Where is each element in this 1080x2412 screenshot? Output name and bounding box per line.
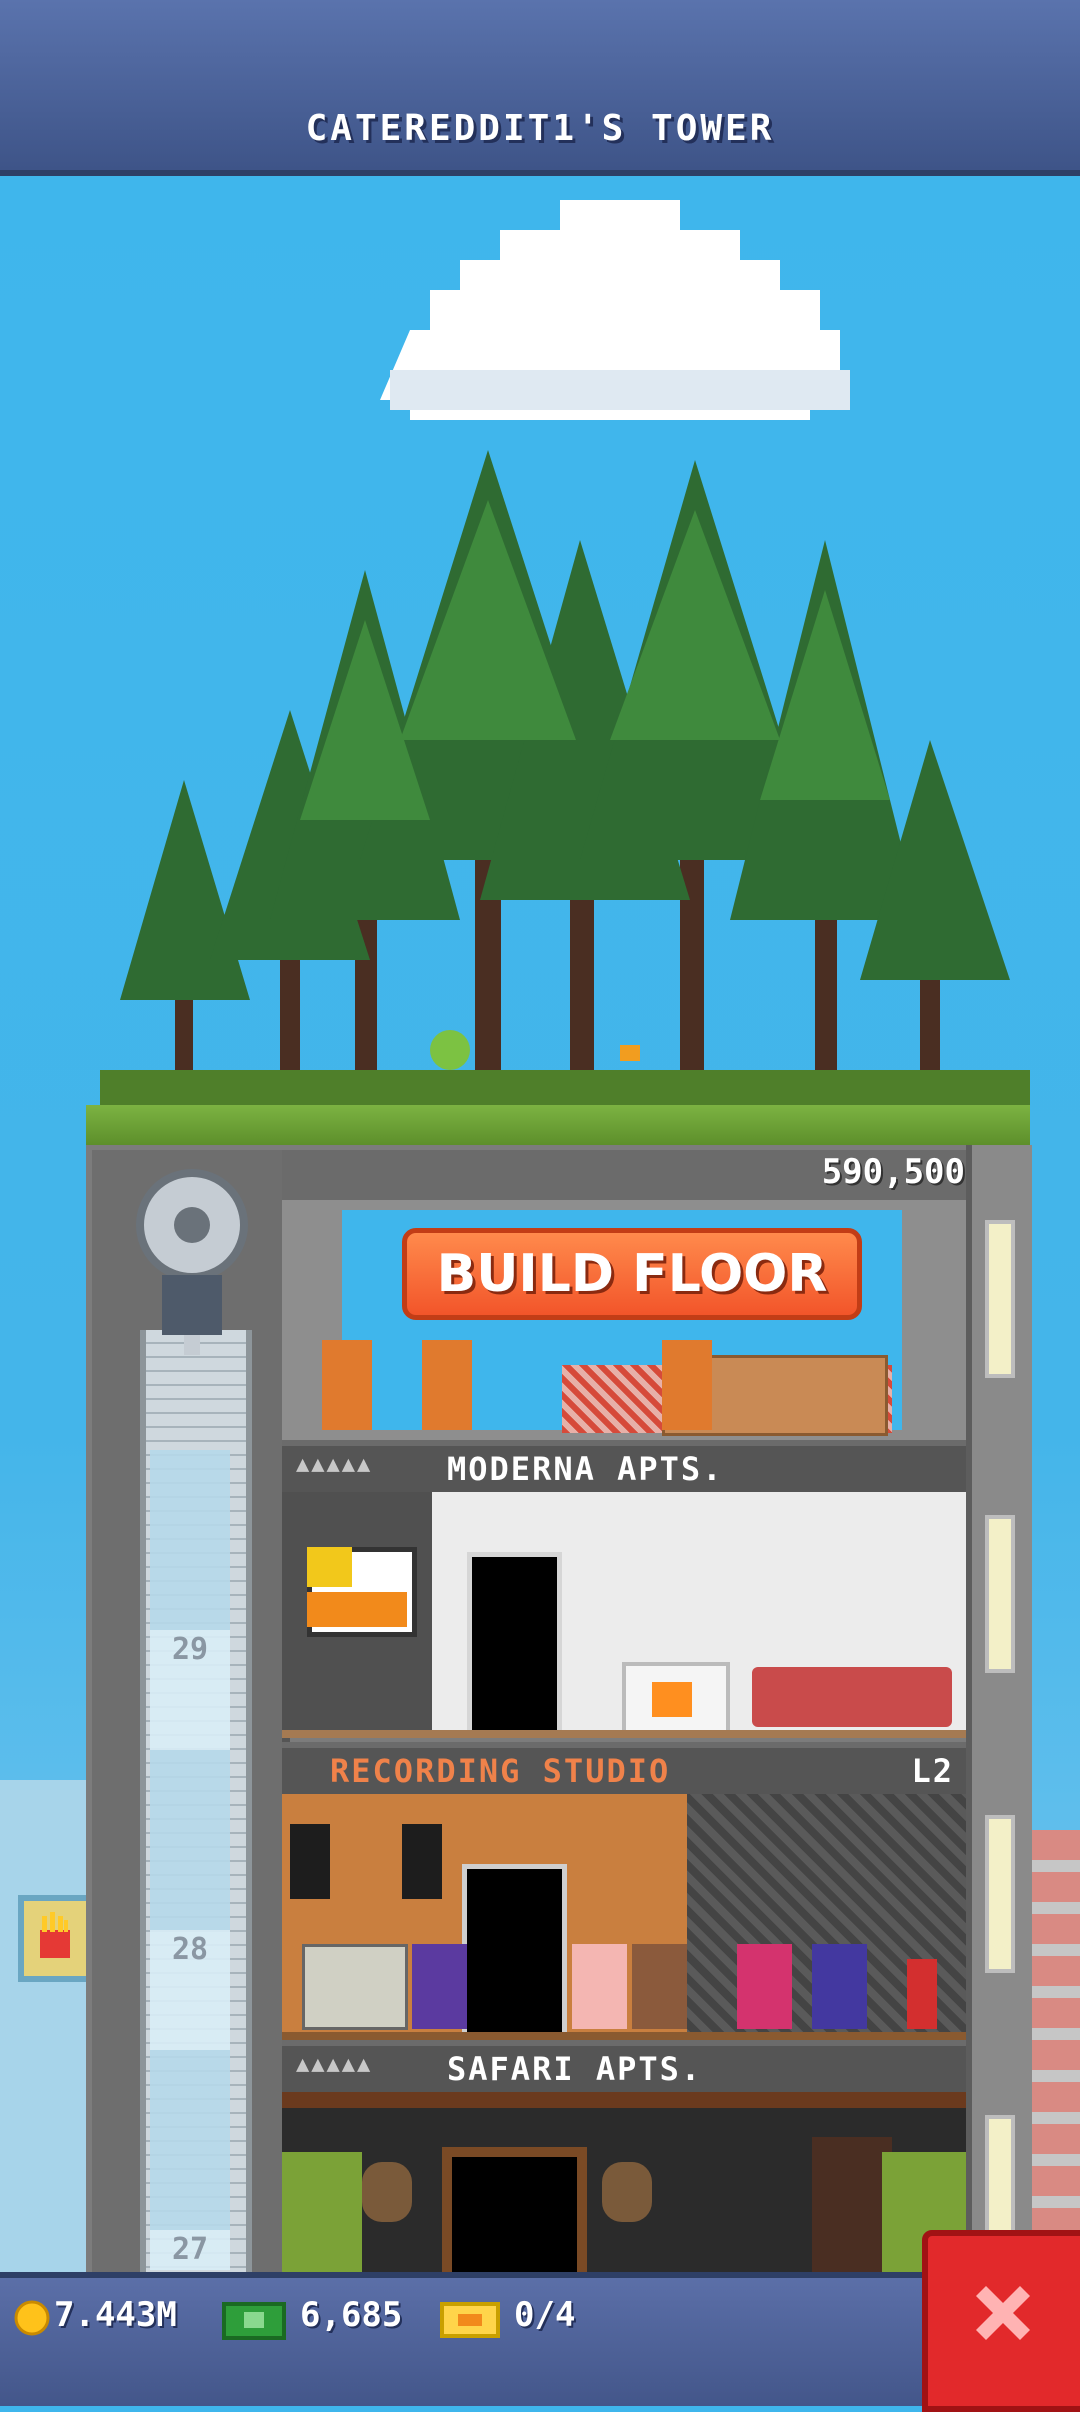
bux-count: 6,685 (300, 2295, 403, 2335)
ticket-icon (440, 2302, 500, 2338)
floor-level: L2 (911, 1752, 954, 1790)
elevator-floor-number: 27 (171, 2232, 209, 2267)
elevator-floor-number: 29 (171, 1632, 209, 1667)
coins-count: 7.443M (54, 2295, 177, 2335)
floor-label-bar[interactable]: RECORDING STUDIO L2 (282, 1742, 966, 1794)
resident-indicators: ▲▲▲▲▲ (296, 2052, 373, 2077)
floor-label-bar[interactable]: ▲▲▲▲▲ SAFARI APTS. (282, 2040, 966, 2092)
window (985, 1815, 1015, 1973)
coin-icon (14, 2300, 50, 2336)
window (985, 1515, 1015, 1673)
elevator-floor-number: 28 (171, 1932, 209, 1967)
bux-icon (222, 2302, 286, 2340)
forest-roof (100, 450, 1030, 1120)
build-price: 590,500 (821, 1152, 965, 1192)
floor-name: RECORDING STUDIO (330, 1752, 671, 1790)
recording-studio-floor[interactable] (282, 1794, 966, 2044)
moderna-apartment-floor[interactable] (282, 1492, 966, 1738)
top-bar (0, 0, 1080, 176)
tickets-count: 0/4 (514, 2295, 576, 2335)
city-building-left (0, 1780, 90, 2280)
floor-name: SAFARI APTS. (447, 2050, 703, 2088)
cloud-icon (380, 200, 850, 420)
resident-indicators: ▲▲▲▲▲ (296, 1452, 373, 1477)
window (985, 1220, 1015, 1378)
floor-name: MODERNA APTS. (447, 1450, 724, 1488)
elevator-glass[interactable] (150, 1450, 230, 2270)
elevator-motor-icon (136, 1169, 248, 1355)
tower-title: CATEREDDIT1'S TOWER (305, 108, 775, 149)
build-floor-button[interactable]: BUILD FLOOR (402, 1228, 862, 1320)
safari-apartment-floor[interactable] (282, 2092, 966, 2297)
close-icon (976, 2286, 1030, 2340)
status-bar (0, 2272, 1080, 2406)
fries-icon (40, 1912, 70, 1958)
floor-label-bar[interactable]: ▲▲▲▲▲ MODERNA APTS. (282, 1440, 966, 1492)
